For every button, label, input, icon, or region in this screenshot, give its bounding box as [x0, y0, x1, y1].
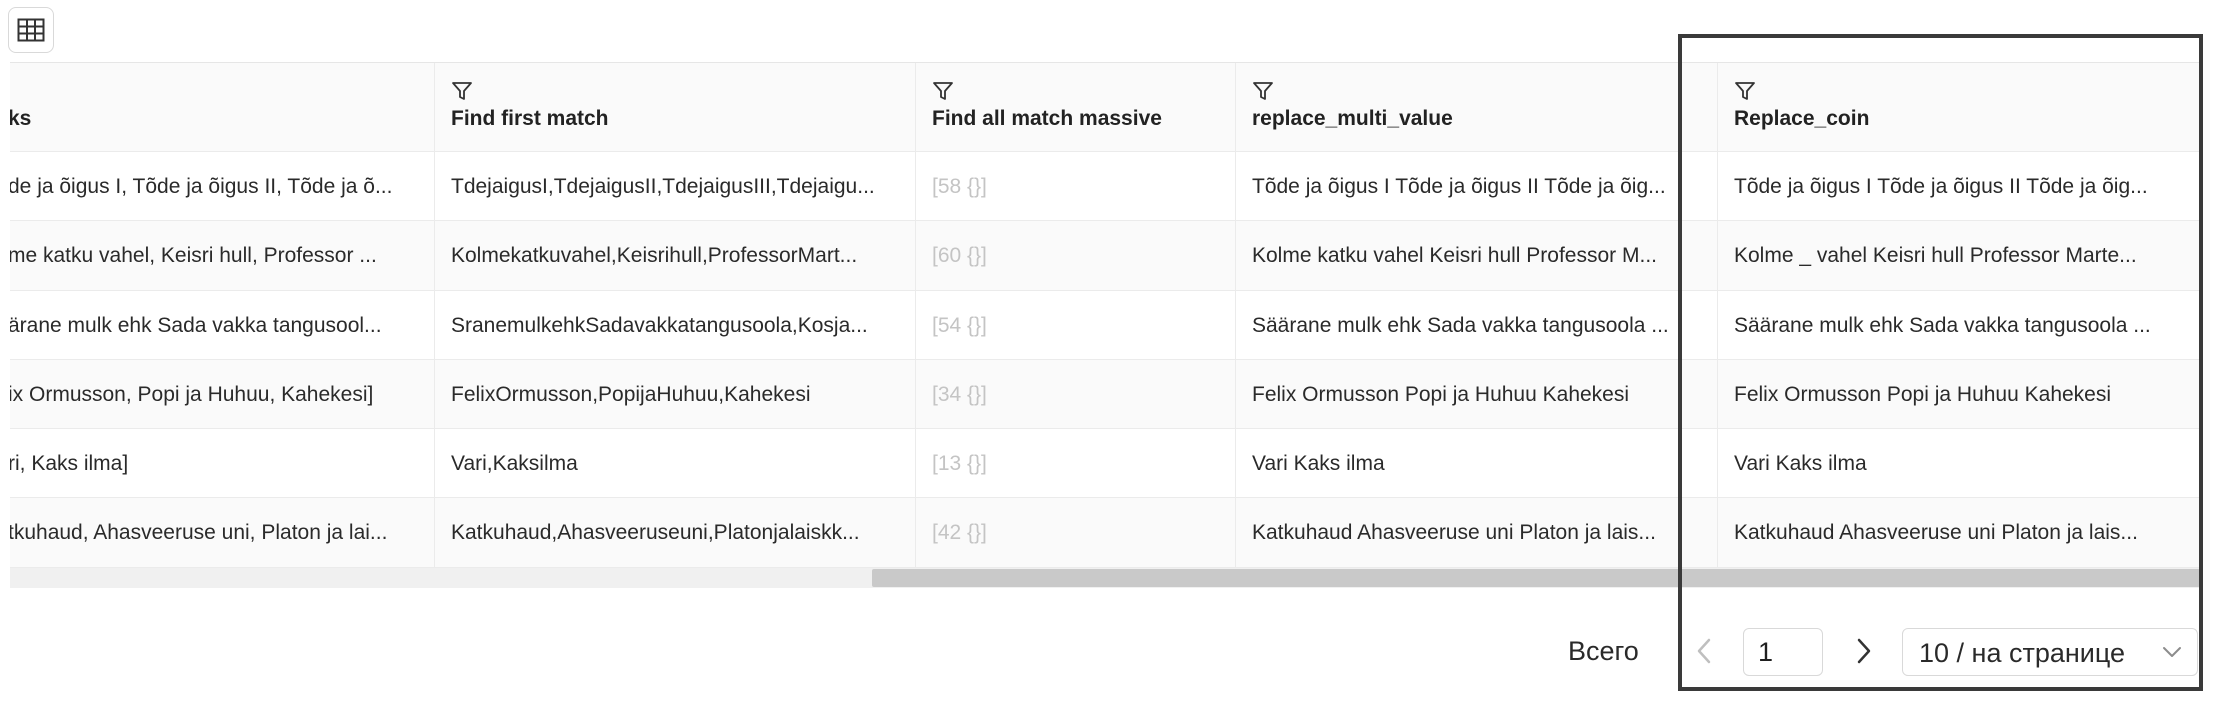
table-cell: Kolme _ vahel Keisri hull Professor Mart… — [1718, 221, 2200, 291]
table-view-button[interactable] — [8, 7, 54, 53]
chevron-right-icon[interactable] — [1848, 636, 1878, 666]
column-multi: replace_multi_value Tõde ja õigus I Tõde … — [1236, 63, 1718, 568]
page-number-input[interactable]: 1 — [1743, 628, 1823, 676]
table-cell: [60 {}] — [916, 221, 1235, 291]
filter-icon[interactable] — [1734, 80, 1756, 102]
column-coin: Replace_coin Tõde ja õigus I Tõde ja õigu… — [1718, 63, 2200, 568]
column-header-label: replace_multi_value — [1252, 107, 1453, 130]
filter-icon[interactable] — [451, 80, 473, 102]
table-cell: Tõde ja õigus I Tõde ja õigus II Tõde ja… — [1718, 152, 2200, 222]
table-cell: [54 {}] — [916, 291, 1235, 360]
table-cell: FelixOrmusson,PopijaHuhuu,Kahekesi — [435, 359, 915, 430]
column-header-label: ks — [10, 107, 32, 130]
table-cell: ärane mulk ehk Sada vakka tangusool... — [10, 291, 434, 360]
page-size-select[interactable]: 10 / на странице — [1902, 628, 2198, 676]
table-cell: Säärane mulk ehk Sada vakka tangusoola .… — [1236, 291, 1717, 360]
data-table: ks de ja õigus I, Tõde ja õigus II, Tõde … — [10, 62, 2200, 590]
table-cell: Felix Ormusson Popi ja Huhuu Kahekesi — [1718, 359, 2200, 430]
table-cell: Vari,Kaksilma — [435, 429, 915, 499]
horizontal-scrollbar[interactable] — [10, 568, 2200, 588]
chevron-left-icon[interactable] — [1690, 636, 1720, 666]
table-cell: Katkuhaud Ahasveeruse uni Platon ja lais… — [1718, 498, 2200, 568]
table-cell: Vari Kaks ilma — [1718, 429, 2200, 499]
table-cell: Säärane mulk ehk Sada vakka tangusoola .… — [1718, 291, 2200, 360]
filter-icon[interactable] — [932, 80, 954, 102]
table-cell: de ja õigus I, Tõde ja õigus II, Tõde ja… — [10, 152, 434, 222]
table-cell: Katkuhaud,Ahasveeruseuni,Platonjalaiskk.… — [435, 498, 915, 568]
table-cell: ri, Kaks ilma] — [10, 429, 434, 499]
table-cell: SranemulkehkSadavakkatangusoola,Kosja... — [435, 291, 915, 360]
column-title: ks de ja õigus I, Tõde ja õigus II, Tõde … — [10, 63, 435, 568]
table-cell: Felix Ormusson Popi ja Huhuu Kahekesi — [1236, 359, 1717, 430]
pagination-total-label: Всего — [1568, 636, 1639, 666]
column-first: Find first match TdejaigusI,TdejaigusII,T… — [435, 63, 916, 568]
table-cell: [58 {}] — [916, 152, 1235, 222]
scrollbar-thumb[interactable] — [872, 569, 2200, 587]
column-header[interactable]: Replace_coin — [1718, 63, 2200, 152]
chevron-down-icon — [2163, 647, 2181, 657]
table-cell: [13 {}] — [916, 429, 1235, 499]
table-cell: TdejaigusI,TdejaigusII,TdejaigusIII,Tdej… — [435, 152, 915, 222]
column-all: Find all match massive [58 {}] [60 {}] [54 … — [916, 63, 1236, 568]
filter-icon[interactable] — [1252, 80, 1274, 102]
column-header-label: Replace_coin — [1734, 107, 1870, 130]
column-header-label: Find all match massive — [932, 107, 1162, 130]
column-header[interactable]: Find all match massive — [916, 63, 1235, 152]
column-header[interactable]: Find first match — [435, 63, 915, 152]
table-cell: me katku vahel, Keisri hull, Professor .… — [10, 221, 434, 291]
column-header[interactable]: ks — [10, 63, 434, 152]
table-cell: [34 {}] — [916, 359, 1235, 430]
table-cell: Katkuhaud Ahasveeruse uni Platon ja lais… — [1236, 498, 1717, 568]
table-cell: [42 {}] — [916, 498, 1235, 568]
table-cell: Tõde ja õigus I Tõde ja õigus II Tõde ja… — [1236, 152, 1717, 222]
table-cell: Kolmekatkuvahel,Keisrihull,ProfessorMart… — [435, 221, 915, 291]
table-cell: tkuhaud, Ahasveeruse uni, Platon ja lai.… — [10, 498, 434, 568]
table-cell: Kolme katku vahel Keisri hull Professor … — [1236, 221, 1717, 291]
table-cell: Vari Kaks ilma — [1236, 429, 1717, 499]
page-size-label: 10 / на странице — [1919, 638, 2126, 668]
table-cell: ix Ormusson, Popi ja Huhuu, Kahekesi] — [10, 359, 434, 430]
column-header-label: Find first match — [451, 107, 609, 130]
column-header[interactable]: replace_multi_value — [1236, 63, 1717, 152]
table-grid-icon — [17, 18, 45, 42]
